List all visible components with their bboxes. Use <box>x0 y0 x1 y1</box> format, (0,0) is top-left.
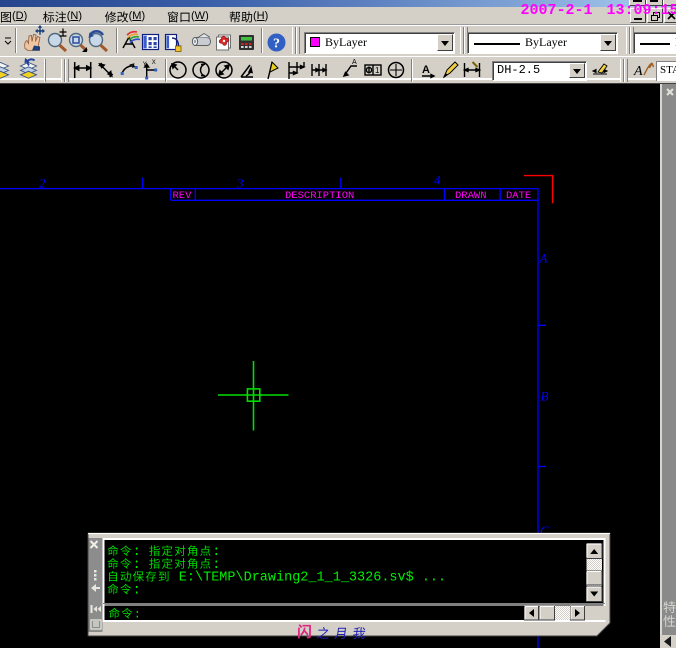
svg-text:E:\TEMP\Drawing2_1_1_3326.sv$: E:\TEMP\Drawing2_1_1_3326.sv$ ... <box>171 571 446 586</box>
svg-text::: : <box>133 583 141 598</box>
svg-text::: : <box>133 558 149 573</box>
svg-text::: : <box>134 609 141 622</box>
